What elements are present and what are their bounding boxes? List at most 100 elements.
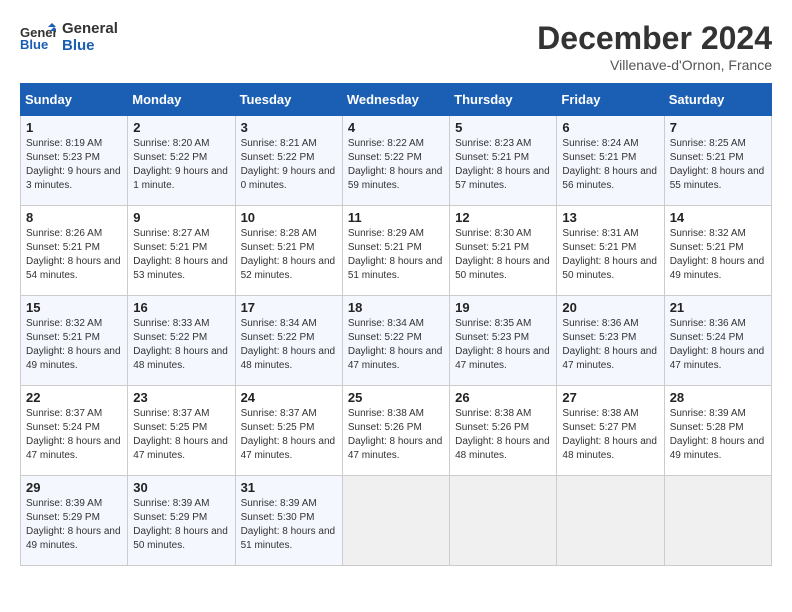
calendar-cell [557,476,664,566]
cell-content: Sunrise: 8:27 AMSunset: 5:21 PMDaylight:… [133,227,229,283]
day-number: 25 [348,390,444,405]
week-row-1: 1 Sunrise: 8:19 AMSunset: 5:23 PMDayligh… [21,116,772,206]
calendar-table: SundayMondayTuesdayWednesdayThursdayFrid… [20,83,772,566]
page-header: General Blue General Blue December 2024 … [20,20,772,73]
calendar-cell: 26 Sunrise: 8:38 AMSunset: 5:26 PMDaylig… [450,386,557,476]
cell-content: Sunrise: 8:19 AMSunset: 5:23 PMDaylight:… [26,137,122,193]
day-number: 20 [562,300,658,315]
calendar-cell: 25 Sunrise: 8:38 AMSunset: 5:26 PMDaylig… [342,386,449,476]
day-number: 13 [562,210,658,225]
calendar-cell: 21 Sunrise: 8:36 AMSunset: 5:24 PMDaylig… [664,296,771,386]
calendar-cell: 5 Sunrise: 8:23 AMSunset: 5:21 PMDayligh… [450,116,557,206]
day-number: 9 [133,210,229,225]
day-number: 30 [133,480,229,495]
week-row-3: 15 Sunrise: 8:32 AMSunset: 5:21 PMDaylig… [21,296,772,386]
day-number: 31 [241,480,337,495]
calendar-cell: 30 Sunrise: 8:39 AMSunset: 5:29 PMDaylig… [128,476,235,566]
header-cell-tuesday: Tuesday [235,84,342,116]
day-number: 19 [455,300,551,315]
svg-text:Blue: Blue [20,37,48,51]
calendar-cell: 20 Sunrise: 8:36 AMSunset: 5:23 PMDaylig… [557,296,664,386]
calendar-cell: 28 Sunrise: 8:39 AMSunset: 5:28 PMDaylig… [664,386,771,476]
day-number: 26 [455,390,551,405]
logo-icon: General Blue [20,23,56,51]
cell-content: Sunrise: 8:31 AMSunset: 5:21 PMDaylight:… [562,227,658,283]
cell-content: Sunrise: 8:26 AMSunset: 5:21 PMDaylight:… [26,227,122,283]
cell-content: Sunrise: 8:37 AMSunset: 5:25 PMDaylight:… [133,407,229,463]
calendar-cell: 15 Sunrise: 8:32 AMSunset: 5:21 PMDaylig… [21,296,128,386]
cell-content: Sunrise: 8:30 AMSunset: 5:21 PMDaylight:… [455,227,551,283]
cell-content: Sunrise: 8:39 AMSunset: 5:28 PMDaylight:… [670,407,766,463]
calendar-cell: 12 Sunrise: 8:30 AMSunset: 5:21 PMDaylig… [450,206,557,296]
calendar-cell: 31 Sunrise: 8:39 AMSunset: 5:30 PMDaylig… [235,476,342,566]
day-number: 12 [455,210,551,225]
logo-line2: Blue [62,37,118,54]
day-number: 18 [348,300,444,315]
calendar-cell: 16 Sunrise: 8:33 AMSunset: 5:22 PMDaylig… [128,296,235,386]
calendar-cell [664,476,771,566]
cell-content: Sunrise: 8:20 AMSunset: 5:22 PMDaylight:… [133,137,229,193]
week-row-5: 29 Sunrise: 8:39 AMSunset: 5:29 PMDaylig… [21,476,772,566]
cell-content: Sunrise: 8:37 AMSunset: 5:24 PMDaylight:… [26,407,122,463]
day-number: 11 [348,210,444,225]
day-number: 27 [562,390,658,405]
cell-content: Sunrise: 8:33 AMSunset: 5:22 PMDaylight:… [133,317,229,373]
day-number: 5 [455,120,551,135]
cell-content: Sunrise: 8:21 AMSunset: 5:22 PMDaylight:… [241,137,337,193]
calendar-cell: 11 Sunrise: 8:29 AMSunset: 5:21 PMDaylig… [342,206,449,296]
calendar-cell: 23 Sunrise: 8:37 AMSunset: 5:25 PMDaylig… [128,386,235,476]
cell-content: Sunrise: 8:32 AMSunset: 5:21 PMDaylight:… [670,227,766,283]
calendar-cell: 6 Sunrise: 8:24 AMSunset: 5:21 PMDayligh… [557,116,664,206]
day-number: 4 [348,120,444,135]
calendar-cell: 4 Sunrise: 8:22 AMSunset: 5:22 PMDayligh… [342,116,449,206]
header-cell-wednesday: Wednesday [342,84,449,116]
header-cell-sunday: Sunday [21,84,128,116]
calendar-cell [342,476,449,566]
title-block: December 2024 Villenave-d'Ornon, France [537,20,772,73]
week-row-4: 22 Sunrise: 8:37 AMSunset: 5:24 PMDaylig… [21,386,772,476]
day-number: 3 [241,120,337,135]
cell-content: Sunrise: 8:39 AMSunset: 5:29 PMDaylight:… [133,497,229,553]
cell-content: Sunrise: 8:36 AMSunset: 5:24 PMDaylight:… [670,317,766,373]
day-number: 17 [241,300,337,315]
cell-content: Sunrise: 8:38 AMSunset: 5:26 PMDaylight:… [348,407,444,463]
calendar-cell: 27 Sunrise: 8:38 AMSunset: 5:27 PMDaylig… [557,386,664,476]
calendar-cell: 9 Sunrise: 8:27 AMSunset: 5:21 PMDayligh… [128,206,235,296]
calendar-header: SundayMondayTuesdayWednesdayThursdayFrid… [21,84,772,116]
logo: General Blue General Blue [20,20,118,55]
calendar-cell: 13 Sunrise: 8:31 AMSunset: 5:21 PMDaylig… [557,206,664,296]
cell-content: Sunrise: 8:35 AMSunset: 5:23 PMDaylight:… [455,317,551,373]
cell-content: Sunrise: 8:32 AMSunset: 5:21 PMDaylight:… [26,317,122,373]
calendar-cell: 1 Sunrise: 8:19 AMSunset: 5:23 PMDayligh… [21,116,128,206]
day-number: 22 [26,390,122,405]
calendar-cell [450,476,557,566]
day-number: 7 [670,120,766,135]
day-number: 21 [670,300,766,315]
cell-content: Sunrise: 8:39 AMSunset: 5:30 PMDaylight:… [241,497,337,553]
cell-content: Sunrise: 8:36 AMSunset: 5:23 PMDaylight:… [562,317,658,373]
day-number: 24 [241,390,337,405]
header-cell-friday: Friday [557,84,664,116]
calendar-cell: 22 Sunrise: 8:37 AMSunset: 5:24 PMDaylig… [21,386,128,476]
header-row: SundayMondayTuesdayWednesdayThursdayFrid… [21,84,772,116]
calendar-body: 1 Sunrise: 8:19 AMSunset: 5:23 PMDayligh… [21,116,772,566]
day-number: 28 [670,390,766,405]
header-cell-saturday: Saturday [664,84,771,116]
calendar-cell: 29 Sunrise: 8:39 AMSunset: 5:29 PMDaylig… [21,476,128,566]
day-number: 14 [670,210,766,225]
calendar-cell: 19 Sunrise: 8:35 AMSunset: 5:23 PMDaylig… [450,296,557,386]
calendar-cell: 2 Sunrise: 8:20 AMSunset: 5:22 PMDayligh… [128,116,235,206]
cell-content: Sunrise: 8:34 AMSunset: 5:22 PMDaylight:… [241,317,337,373]
day-number: 23 [133,390,229,405]
header-cell-thursday: Thursday [450,84,557,116]
cell-content: Sunrise: 8:29 AMSunset: 5:21 PMDaylight:… [348,227,444,283]
calendar-cell: 8 Sunrise: 8:26 AMSunset: 5:21 PMDayligh… [21,206,128,296]
cell-content: Sunrise: 8:22 AMSunset: 5:22 PMDaylight:… [348,137,444,193]
calendar-cell: 18 Sunrise: 8:34 AMSunset: 5:22 PMDaylig… [342,296,449,386]
cell-content: Sunrise: 8:38 AMSunset: 5:26 PMDaylight:… [455,407,551,463]
cell-content: Sunrise: 8:37 AMSunset: 5:25 PMDaylight:… [241,407,337,463]
cell-content: Sunrise: 8:25 AMSunset: 5:21 PMDaylight:… [670,137,766,193]
cell-content: Sunrise: 8:23 AMSunset: 5:21 PMDaylight:… [455,137,551,193]
header-cell-monday: Monday [128,84,235,116]
day-number: 2 [133,120,229,135]
